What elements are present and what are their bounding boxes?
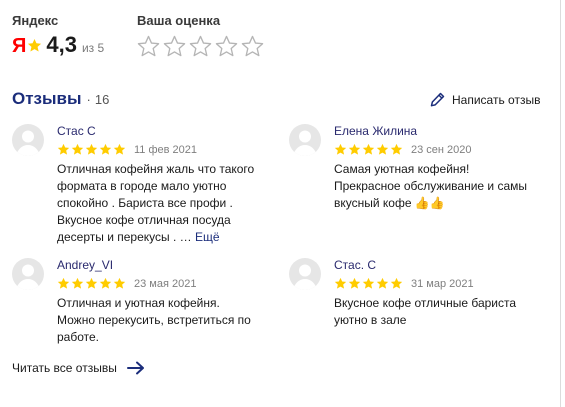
review-text: Отличная кофейня жаль что такого формата… (57, 161, 257, 246)
arrow-right-icon (126, 361, 144, 375)
rating-row: Я 4,3 из 5 (12, 32, 105, 57)
review-text: Отличная и уютная кофейня. Можно перекус… (57, 295, 257, 346)
star-icon (334, 143, 347, 155)
star-icon (362, 143, 375, 155)
review-meta: 11 фев 2021 (57, 143, 257, 156)
write-review-label: Написать отзыв (452, 92, 541, 107)
star-icon (348, 277, 361, 289)
pencil-icon (430, 92, 445, 107)
reviews-count: 16 (94, 92, 110, 107)
review-text: Самая уютная кофейня! Прекрасное обслужи… (334, 161, 534, 212)
reviews-title: Отзывы (12, 89, 82, 108)
review-text-content: Вкусное кофе отличные бариста уютно в за… (334, 296, 517, 327)
star-icon (113, 277, 126, 289)
user-avatar-icon[interactable] (12, 258, 44, 290)
star-icon (348, 143, 361, 155)
star-icon (71, 143, 84, 155)
user-silhouette-icon (16, 264, 40, 290)
review-date: 23 мая 2021 (134, 277, 197, 290)
user-silhouette-icon (16, 130, 40, 156)
review-body: Andrey_VI 23 мая 2021 Отличная и уютная … (57, 258, 257, 346)
star-icon (99, 277, 112, 289)
star-icon (334, 277, 347, 289)
empty-star-icon[interactable] (189, 35, 212, 58)
read-all-reviews-label: Читать все отзывы (12, 361, 117, 375)
review-date: 31 мар 2021 (411, 277, 474, 290)
empty-star-icon[interactable] (137, 35, 160, 58)
logo-star-icon (28, 38, 42, 52)
review-meta: 23 сен 2020 (334, 143, 534, 156)
star-icon (57, 277, 70, 289)
star-icon (113, 143, 126, 155)
review-author[interactable]: Елена Жилина (334, 124, 534, 139)
your-rating: Ваша оценка (137, 13, 264, 58)
review-more-link[interactable]: Ещё (195, 230, 220, 244)
review-text: Вкусное кофе отличные бариста уютно в за… (334, 295, 534, 329)
star-icon (85, 143, 98, 155)
your-rating-stars (137, 35, 264, 58)
star-icon (376, 143, 389, 155)
user-silhouette-icon (293, 264, 317, 290)
rating-source-caption: Яндекс (12, 13, 59, 28)
review-body: Елена Жилина 23 сен 2020 Самая уютная ко… (334, 124, 534, 212)
review-author[interactable]: Стас. С (334, 258, 534, 273)
panel-border (560, 0, 561, 407)
user-avatar-icon[interactable] (289, 124, 321, 156)
review-stars (334, 143, 403, 156)
empty-star-icon[interactable] (163, 35, 186, 58)
rating-value: 4,3 (46, 32, 77, 57)
rating-max: из 5 (81, 41, 105, 55)
star-icon (85, 277, 98, 289)
read-all-reviews-link[interactable]: Читать все отзывы (12, 361, 145, 375)
user-silhouette-icon (293, 130, 317, 156)
review-stars (57, 143, 126, 156)
review-stars (57, 277, 126, 290)
star-icon (390, 277, 403, 289)
user-avatar-icon[interactable] (289, 258, 321, 290)
review-meta: 31 мар 2021 (334, 277, 534, 290)
yandex-rating: Яндекс Я 4,3 из 5 (12, 13, 104, 56)
empty-star-icon[interactable] (241, 35, 264, 58)
review-author[interactable]: Andrey_VI (57, 258, 257, 273)
review-text-content: Отличная кофейня жаль что такого формата… (57, 162, 255, 244)
yandex-logo-icon: Я (12, 36, 42, 56)
review-date: 11 фев 2021 (134, 143, 198, 156)
review-text-content: Самая уютная кофейня! Прекрасное обслужи… (334, 162, 527, 210)
reviews-header: Отзывы · 16 (12, 89, 109, 109)
review-body: Стас С 11 фев 2021 Отличная кофейня жаль… (57, 124, 257, 246)
your-rating-caption: Ваша оценка (137, 13, 221, 28)
yandex-logo-letter: Я (12, 35, 27, 57)
reviews-separator: · (86, 92, 91, 107)
write-review-button[interactable]: Написать отзыв (430, 92, 540, 107)
star-icon (362, 277, 375, 289)
user-avatar-icon[interactable] (12, 124, 44, 156)
review-body: Стас. С 31 мар 2021 Вкусное кофе отличны… (334, 258, 534, 329)
star-icon (390, 143, 403, 155)
review-date: 23 сен 2020 (411, 143, 472, 156)
star-icon (99, 143, 112, 155)
review-author[interactable]: Стас С (57, 124, 257, 139)
review-meta: 23 мая 2021 (57, 277, 257, 290)
star-icon (376, 277, 389, 289)
empty-star-icon[interactable] (215, 35, 238, 58)
star-icon (57, 143, 70, 155)
review-stars (334, 277, 403, 290)
star-icon (71, 277, 84, 289)
review-text-content: Отличная и уютная кофейня. Можно перекус… (57, 296, 251, 344)
